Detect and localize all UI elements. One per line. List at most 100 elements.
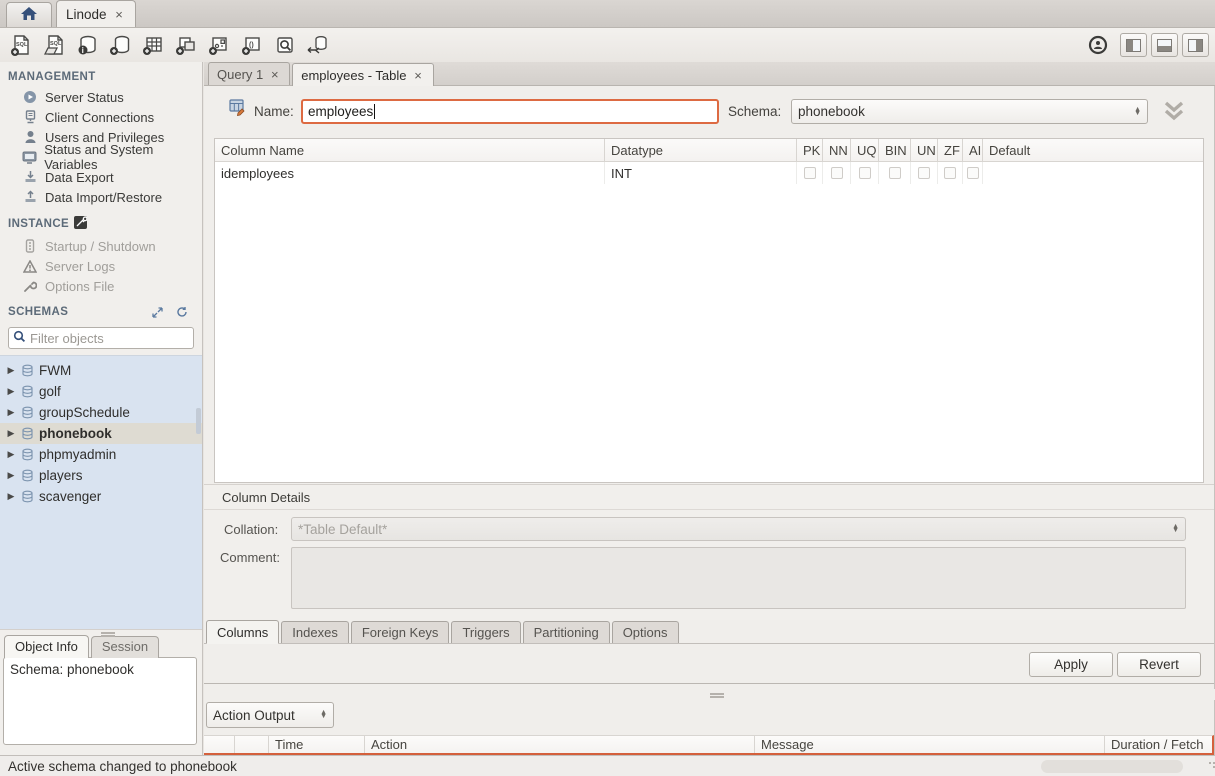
expand-schemas-icon[interactable] bbox=[149, 305, 165, 319]
close-icon[interactable] bbox=[268, 68, 281, 81]
subtab-columns[interactable]: Columns bbox=[206, 620, 279, 644]
subtab-triggers[interactable]: Triggers bbox=[451, 621, 520, 643]
sidebar-item-data-export[interactable]: Data Export bbox=[0, 167, 202, 187]
connection-tab[interactable]: Linode bbox=[56, 0, 136, 27]
expander-icon[interactable] bbox=[4, 407, 18, 418]
sidebar-item-startup-shutdown[interactable]: Startup / Shutdown bbox=[0, 236, 202, 256]
output-splitter[interactable] bbox=[204, 689, 1215, 700]
window-resize-grip[interactable] bbox=[1209, 762, 1211, 764]
search-objects-icon[interactable] bbox=[270, 31, 300, 59]
col-header-ai[interactable]: AI bbox=[963, 139, 983, 161]
out-header-blank2[interactable] bbox=[234, 736, 268, 753]
subtab-foreign-keys[interactable]: Foreign Keys bbox=[351, 621, 450, 643]
col-header-column-name[interactable]: Column Name bbox=[215, 139, 605, 161]
instance-section-title: INSTANCE bbox=[0, 207, 202, 236]
new-function-icon[interactable]: () bbox=[237, 31, 267, 59]
subtab-options[interactable]: Options bbox=[612, 621, 679, 643]
toggle-left-panel-icon[interactable] bbox=[1120, 33, 1147, 57]
toggle-bottom-panel-icon[interactable] bbox=[1151, 33, 1178, 57]
table-row[interactable]: idemployees INT bbox=[215, 162, 1203, 184]
window-tab-bar: Linode bbox=[0, 0, 1215, 28]
expander-icon[interactable] bbox=[4, 491, 18, 502]
collapse-header-icon[interactable] bbox=[1162, 100, 1186, 125]
schema-item-groupschedule[interactable]: groupSchedule bbox=[0, 402, 202, 423]
apply-button[interactable]: Apply bbox=[1029, 652, 1113, 677]
db-info-icon[interactable]: i bbox=[72, 31, 102, 59]
col-header-default[interactable]: Default bbox=[983, 139, 1203, 161]
sidebar-item-server-logs[interactable]: Server Logs bbox=[0, 256, 202, 276]
cell-column-name[interactable]: idemployees bbox=[215, 162, 605, 184]
expander-icon[interactable] bbox=[4, 365, 18, 376]
schema-item-golf[interactable]: golf bbox=[0, 381, 202, 402]
ai-checkbox[interactable] bbox=[967, 167, 979, 179]
tab-query-1[interactable]: Query 1 bbox=[208, 62, 290, 85]
col-header-nn[interactable]: NN bbox=[823, 139, 851, 161]
new-procedure-icon[interactable] bbox=[204, 31, 234, 59]
expander-icon[interactable] bbox=[4, 386, 18, 397]
col-header-un[interactable]: UN bbox=[911, 139, 938, 161]
home-tab[interactable] bbox=[6, 2, 52, 27]
col-header-bin[interactable]: BIN bbox=[879, 139, 911, 161]
schema-filter-input[interactable] bbox=[30, 331, 206, 346]
close-icon[interactable] bbox=[113, 8, 126, 21]
output-type-select[interactable]: Action Output bbox=[206, 702, 334, 728]
new-schema-icon[interactable] bbox=[105, 31, 135, 59]
cell-uq bbox=[851, 162, 879, 184]
comment-label: Comment: bbox=[220, 550, 280, 565]
new-view-icon[interactable] bbox=[171, 31, 201, 59]
revert-button[interactable]: Revert bbox=[1117, 652, 1201, 677]
output-table-header: Time Action Message Duration / Fetch bbox=[204, 735, 1214, 755]
zf-checkbox[interactable] bbox=[944, 167, 956, 179]
schema-select[interactable]: phonebook bbox=[791, 99, 1148, 124]
un-checkbox[interactable] bbox=[918, 167, 930, 179]
out-header-time[interactable]: Time bbox=[268, 736, 364, 753]
refresh-schemas-icon[interactable] bbox=[174, 305, 190, 319]
schema-item-phpmyadmin[interactable]: phpmyadmin bbox=[0, 444, 202, 465]
toggle-right-panel-icon[interactable] bbox=[1182, 33, 1209, 57]
table-name-input[interactable]: employees bbox=[301, 99, 719, 124]
comment-textarea[interactable] bbox=[291, 547, 1186, 609]
bin-checkbox[interactable] bbox=[889, 167, 901, 179]
out-header-action[interactable]: Action bbox=[364, 736, 754, 753]
schema-item-players[interactable]: players bbox=[0, 465, 202, 486]
expander-icon[interactable] bbox=[4, 449, 18, 460]
cell-datatype[interactable]: INT bbox=[605, 162, 797, 184]
tab-session[interactable]: Session bbox=[91, 636, 159, 658]
sidebar-item-client-connections[interactable]: Client Connections bbox=[0, 107, 202, 127]
out-header-message[interactable]: Message bbox=[754, 736, 1104, 753]
col-header-pk[interactable]: PK bbox=[797, 139, 823, 161]
col-header-zf[interactable]: ZF bbox=[938, 139, 963, 161]
schema-item-phonebook[interactable]: phonebook bbox=[0, 423, 202, 444]
schema-filter[interactable] bbox=[8, 327, 194, 349]
subtab-partitioning[interactable]: Partitioning bbox=[523, 621, 610, 643]
schema-item-fwm[interactable]: FWM bbox=[0, 360, 202, 381]
tree-scrollbar-thumb[interactable] bbox=[196, 408, 201, 434]
nn-checkbox[interactable] bbox=[831, 167, 843, 179]
new-table-icon[interactable] bbox=[138, 31, 168, 59]
schema-item-scavenger[interactable]: scavenger bbox=[0, 486, 202, 507]
new-sql-tab-icon[interactable]: SQL bbox=[6, 31, 36, 59]
col-header-uq[interactable]: UQ bbox=[851, 139, 879, 161]
open-sql-file-icon[interactable]: SQL bbox=[39, 31, 69, 59]
tab-object-info[interactable]: Object Info bbox=[4, 635, 89, 658]
subtab-indexes[interactable]: Indexes bbox=[281, 621, 349, 643]
sidebar-item-server-status[interactable]: Server Status bbox=[0, 87, 202, 107]
sidebar-item-data-import[interactable]: Data Import/Restore bbox=[0, 187, 202, 207]
col-header-datatype[interactable]: Datatype bbox=[605, 139, 797, 161]
panel-resize-grip[interactable] bbox=[101, 632, 115, 634]
pk-checkbox[interactable] bbox=[804, 167, 816, 179]
status-bar: Active schema changed to phonebook bbox=[0, 755, 1215, 776]
close-icon[interactable] bbox=[412, 69, 425, 82]
tab-employees-table[interactable]: employees - Table bbox=[292, 63, 433, 86]
expander-icon[interactable] bbox=[4, 470, 18, 481]
cell-default[interactable] bbox=[983, 162, 1203, 184]
out-header-duration[interactable]: Duration / Fetch bbox=[1104, 736, 1212, 753]
sidebar-item-options-file[interactable]: Options File bbox=[0, 276, 202, 296]
out-header-blank1[interactable] bbox=[204, 736, 234, 753]
user-account-icon[interactable] bbox=[1083, 31, 1113, 59]
collation-select[interactable]: *Table Default* bbox=[291, 517, 1186, 541]
sync-db-icon[interactable] bbox=[303, 31, 333, 59]
expander-icon[interactable] bbox=[4, 428, 18, 439]
sidebar-item-system-variables[interactable]: Status and System Variables bbox=[0, 147, 202, 167]
uq-checkbox[interactable] bbox=[859, 167, 871, 179]
